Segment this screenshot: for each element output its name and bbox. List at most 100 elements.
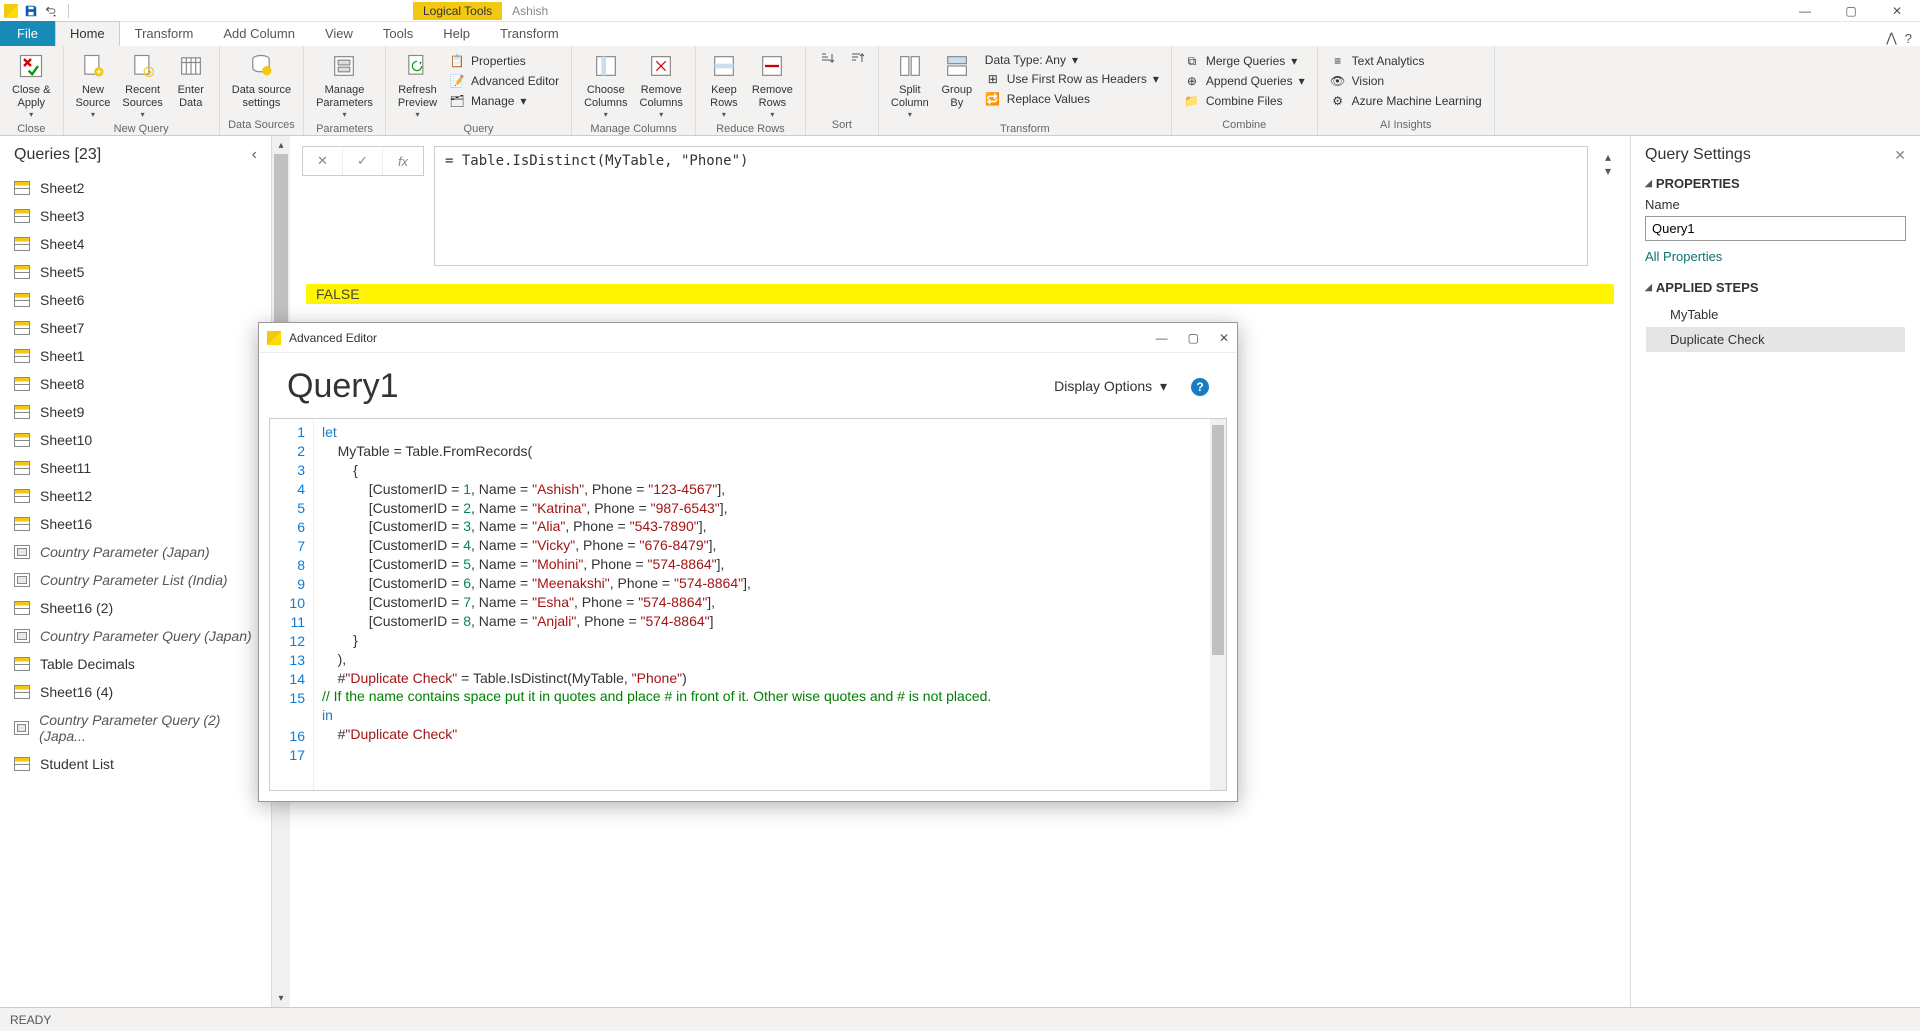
remove-columns-button[interactable]: Remove Columns▾: [634, 48, 689, 121]
adv-close-icon[interactable]: ✕: [1219, 331, 1229, 345]
properties-button[interactable]: 📋Properties: [445, 52, 563, 70]
settings-header: Query Settings: [1645, 146, 1751, 164]
properties-section-title[interactable]: PROPERTIES: [1645, 176, 1906, 191]
contextual-tab-logical-tools[interactable]: Logical Tools: [413, 2, 502, 20]
all-properties-link[interactable]: All Properties: [1645, 249, 1722, 264]
recent-sources-button[interactable]: Recent Sources▾: [116, 48, 168, 121]
new-source-button[interactable]: New Source▾: [70, 48, 117, 121]
query-item[interactable]: Sheet16 (4): [0, 678, 271, 706]
group-label-combine: Combine: [1178, 117, 1311, 133]
split-column-button[interactable]: Split Column▾: [885, 48, 935, 121]
enter-data-button[interactable]: Enter Data: [169, 48, 213, 112]
tab-help[interactable]: Help: [428, 21, 485, 46]
code-scrollbar[interactable]: [1210, 419, 1226, 790]
query-item[interactable]: Sheet11: [0, 454, 271, 482]
applied-step[interactable]: MyTable: [1646, 302, 1905, 327]
cancel-formula-icon[interactable]: ✕: [303, 147, 343, 175]
first-row-headers-button[interactable]: ⊞Use First Row as Headers ▾: [981, 70, 1163, 88]
formula-bar[interactable]: = Table.IsDistinct(MyTable, "Phone"): [434, 146, 1588, 266]
group-by-button[interactable]: Group By: [935, 48, 979, 112]
data-type-dropdown[interactable]: Data Type: Any ▾: [981, 52, 1163, 68]
query-item-label: Sheet16 (4): [40, 684, 113, 700]
query-item[interactable]: Sheet3: [0, 202, 271, 230]
table-icon: [14, 517, 30, 531]
tab-transform[interactable]: Transform: [120, 21, 209, 46]
query-item[interactable]: Sheet1: [0, 342, 271, 370]
tab-home[interactable]: Home: [55, 21, 120, 46]
merge-queries-button[interactable]: ⧉Merge Queries ▾: [1180, 52, 1309, 70]
tab-transform-context[interactable]: Transform: [485, 21, 574, 46]
replace-values-button[interactable]: 🔁Replace Values: [981, 90, 1163, 108]
append-queries-button[interactable]: ⊕Append Queries ▾: [1180, 72, 1309, 90]
collapse-ribbon-icon[interactable]: ⋀: [1886, 30, 1897, 46]
step-up-icon[interactable]: ▴: [1605, 150, 1611, 164]
undo-dropdown-icon[interactable]: [44, 4, 58, 18]
manage-parameters-button[interactable]: Manage Parameters▾: [310, 48, 379, 121]
query-item[interactable]: Country Parameter Query (Japan): [0, 622, 271, 650]
query-item[interactable]: Country Parameter List (India): [0, 566, 271, 594]
table-icon: [14, 685, 30, 699]
minimize-icon[interactable]: —: [1782, 0, 1828, 22]
query-item-label: Sheet9: [40, 404, 84, 420]
close-settings-icon[interactable]: ✕: [1894, 147, 1906, 164]
manage-button[interactable]: 🗂Manage ▾: [445, 92, 563, 110]
advanced-editor-button[interactable]: 📝Advanced Editor: [445, 72, 563, 90]
step-down-icon[interactable]: ▾: [1605, 164, 1611, 178]
sort-desc-button[interactable]: [842, 48, 872, 72]
adv-help-icon[interactable]: ?: [1191, 378, 1209, 396]
query-item-label: Country Parameter Query (2) (Japa...: [39, 712, 257, 744]
query-item[interactable]: Sheet10: [0, 426, 271, 454]
close-icon[interactable]: ✕: [1874, 0, 1920, 22]
contextual-tab-ashish[interactable]: Ashish: [502, 2, 558, 20]
query-item-label: Student List: [40, 756, 114, 772]
table-icon: [14, 489, 30, 503]
adv-maximize-icon[interactable]: ▢: [1188, 331, 1199, 345]
close-apply-button[interactable]: Close & Apply▾: [6, 48, 57, 121]
query-item[interactable]: Sheet8: [0, 370, 271, 398]
help-icon[interactable]: ?: [1905, 31, 1912, 46]
query-name-input[interactable]: [1645, 216, 1906, 241]
maximize-icon[interactable]: ▢: [1828, 0, 1874, 22]
remove-rows-button[interactable]: Remove Rows▾: [746, 48, 799, 121]
choose-columns-button[interactable]: Choose Columns▾: [578, 48, 633, 121]
fx-icon[interactable]: fx: [383, 147, 423, 175]
query-item[interactable]: Sheet2: [0, 174, 271, 202]
query-item[interactable]: Sheet16: [0, 510, 271, 538]
query-item[interactable]: Sheet9: [0, 398, 271, 426]
combine-files-button[interactable]: 📁Combine Files: [1180, 92, 1309, 110]
parameter-icon: [14, 629, 30, 643]
save-icon[interactable]: [24, 4, 38, 18]
query-item[interactable]: Country Parameter Query (2) (Japa...: [0, 706, 271, 750]
query-item[interactable]: Sheet6: [0, 286, 271, 314]
tab-add-column[interactable]: Add Column: [208, 21, 310, 46]
table-icon: [14, 601, 30, 615]
applied-step[interactable]: Duplicate Check: [1646, 327, 1905, 352]
query-item[interactable]: Student List: [0, 750, 271, 778]
collapse-queries-icon[interactable]: ‹: [252, 146, 257, 164]
tab-view[interactable]: View: [310, 21, 368, 46]
table-icon: [14, 433, 30, 447]
tab-tools[interactable]: Tools: [368, 21, 428, 46]
azure-ml-button[interactable]: ⚙Azure Machine Learning: [1326, 92, 1486, 110]
app-icon: [4, 4, 18, 18]
sort-asc-button[interactable]: [812, 48, 842, 72]
vision-button[interactable]: 👁Vision: [1326, 72, 1486, 90]
query-item-label: Sheet16: [40, 516, 92, 532]
query-item[interactable]: Sheet7: [0, 314, 271, 342]
query-item[interactable]: Sheet12: [0, 482, 271, 510]
code-editor[interactable]: 123456789101112131415 1617 let MyTable =…: [269, 418, 1227, 791]
text-analytics-button[interactable]: ≡Text Analytics: [1326, 52, 1486, 70]
accept-formula-icon[interactable]: ✓: [343, 147, 383, 175]
tab-file[interactable]: File: [0, 21, 55, 46]
query-item[interactable]: Sheet16 (2): [0, 594, 271, 622]
keep-rows-button[interactable]: Keep Rows▾: [702, 48, 746, 121]
display-options-dropdown[interactable]: Display Options ▾: [1054, 378, 1167, 395]
query-item[interactable]: Sheet4: [0, 230, 271, 258]
refresh-preview-button[interactable]: Refresh Preview▾: [392, 48, 443, 121]
query-item[interactable]: Table Decimals: [0, 650, 271, 678]
adv-minimize-icon[interactable]: —: [1156, 331, 1168, 345]
data-source-settings-button[interactable]: Data source settings: [226, 48, 297, 112]
query-item[interactable]: Sheet5: [0, 258, 271, 286]
query-item[interactable]: Country Parameter (Japan): [0, 538, 271, 566]
applied-steps-title[interactable]: APPLIED STEPS: [1645, 280, 1906, 295]
